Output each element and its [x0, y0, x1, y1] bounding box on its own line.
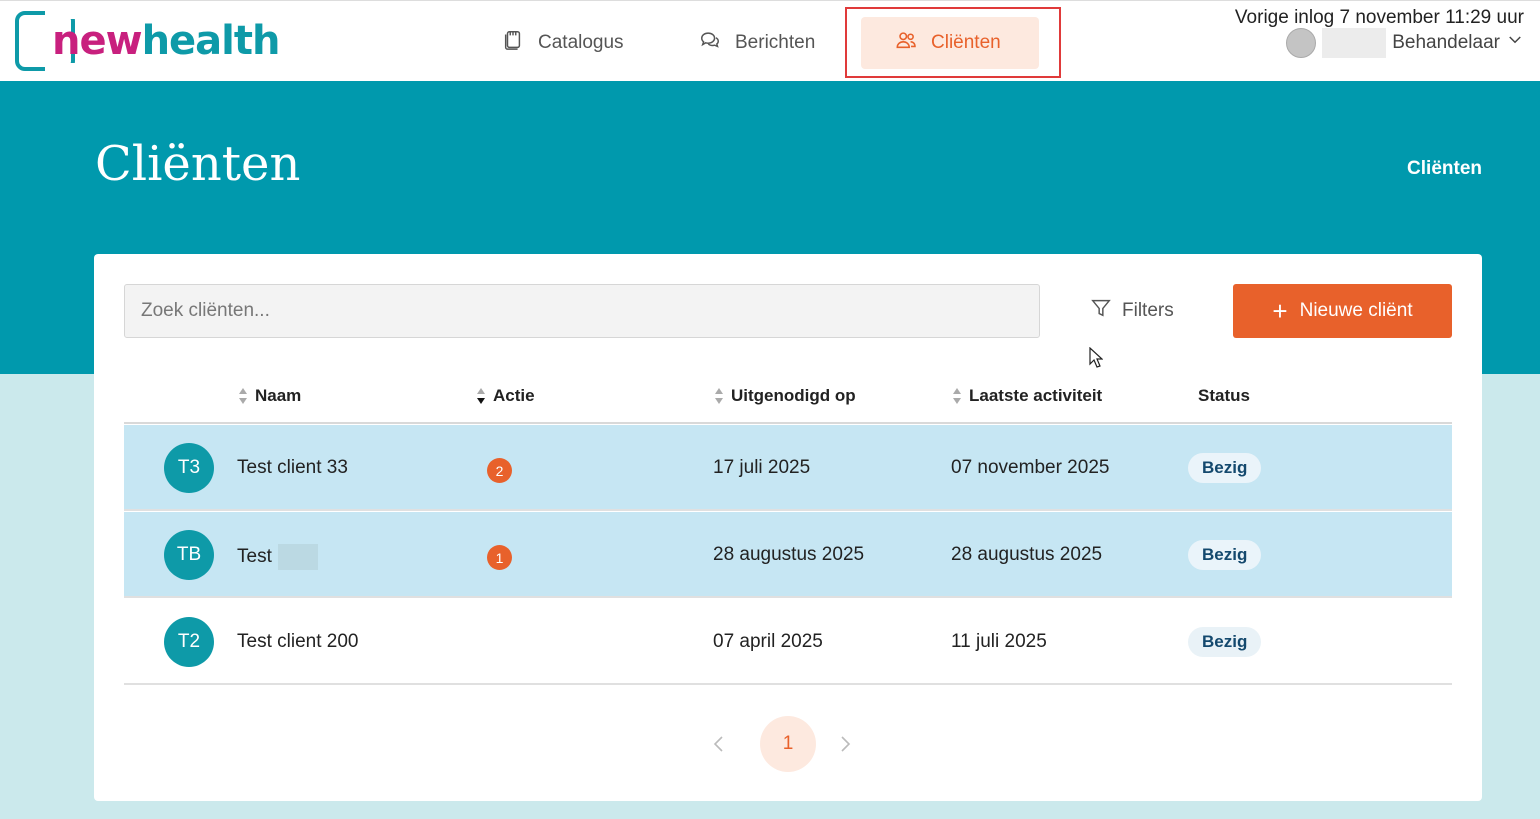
table-row[interactable]: TB Test 1 28 augustus 2025 28 augustus 2…: [124, 512, 1452, 598]
status-badge: Bezig: [1188, 453, 1262, 483]
next-page-button[interactable]: [830, 729, 860, 759]
clients-card: Filters + Nieuwe cliënt Naam Actie Uitge…: [94, 254, 1482, 801]
chevron-down-icon: [1506, 31, 1524, 55]
client-name: Test: [237, 544, 318, 570]
mouse-cursor-icon: [1089, 347, 1103, 368]
last-activity-date: 11 juli 2025: [951, 631, 1047, 652]
invited-date: 17 juli 2025: [713, 457, 811, 478]
client-avatar: TB: [164, 530, 214, 580]
client-name: Test client 200: [237, 631, 359, 652]
client-avatar: T2: [164, 617, 214, 667]
filters-button[interactable]: Filters: [1090, 284, 1174, 338]
new-client-button[interactable]: + Nieuwe cliënt: [1233, 284, 1452, 338]
logo-text: newhealth: [52, 18, 280, 64]
client-avatar: T3: [164, 443, 214, 493]
filters-label: Filters: [1122, 300, 1174, 321]
invited-date: 07 april 2025: [713, 631, 823, 652]
last-activity-date: 07 november 2025: [951, 457, 1110, 478]
newhealth-logo[interactable]: newhealth: [15, 7, 280, 75]
page-number-current[interactable]: 1: [760, 716, 816, 772]
user-menu[interactable]: Behandelaar: [1286, 28, 1524, 58]
sort-icon: [953, 388, 961, 404]
table-header: Naam Actie Uitgenodigd op Laatste activi…: [124, 376, 1452, 424]
invited-date: 28 augustus 2025: [713, 544, 865, 565]
sort-desc-icon: [477, 388, 485, 404]
chevron-left-icon: [713, 736, 723, 752]
nav-item-berichten[interactable]: Berichten: [681, 17, 833, 69]
chat-icon: [699, 29, 721, 57]
page-title: Cliënten: [95, 136, 301, 192]
nav-item-catalogus[interactable]: Catalogus: [484, 17, 642, 69]
chevron-right-icon: [841, 736, 851, 752]
breadcrumb[interactable]: Cliënten: [1407, 158, 1482, 180]
column-header-laatste-activiteit[interactable]: Laatste activiteit: [952, 386, 1102, 406]
filter-icon: [1090, 297, 1112, 325]
column-header-status: Status: [1198, 386, 1250, 405]
action-count-badge: 2: [487, 458, 512, 483]
action-count-badge: 1: [487, 545, 512, 570]
plus-icon: +: [1272, 296, 1288, 326]
table-row[interactable]: T2 Test client 200 07 april 2025 11 juli…: [124, 599, 1452, 685]
last-activity-date: 28 augustus 2025: [951, 544, 1103, 565]
sort-icon: [715, 388, 723, 404]
previous-page-button[interactable]: [704, 729, 734, 759]
table-row[interactable]: T3 Test client 33 2 17 juli 2025 07 nove…: [124, 425, 1452, 511]
status-badge: Bezig: [1188, 627, 1262, 657]
sort-icon: [239, 388, 247, 404]
top-navigation-bar: newhealth Catalogus Berichten Cliënten V…: [0, 0, 1540, 81]
avatar: [1286, 28, 1317, 58]
column-header-naam[interactable]: Naam: [238, 386, 301, 406]
last-login-text: Vorige inlog 7 november 11:29 uur: [1234, 7, 1524, 28]
pagination: 1: [704, 716, 860, 772]
new-client-label: Nieuwe cliënt: [1299, 300, 1413, 321]
user-role: Behandelaar: [1392, 32, 1500, 53]
client-name-redacted: [277, 544, 318, 570]
status-badge: Bezig: [1188, 540, 1262, 570]
nav-label: Catalogus: [538, 32, 624, 53]
user-name-redacted: [1322, 28, 1387, 58]
active-tab-highlight: [845, 7, 1061, 78]
client-name: Test client 33: [237, 457, 348, 478]
catalog-icon: [502, 29, 524, 57]
column-header-actie[interactable]: Actie: [476, 386, 535, 406]
column-header-uitgenodigd[interactable]: Uitgenodigd op: [714, 386, 856, 406]
search-input[interactable]: [124, 284, 1040, 338]
nav-label: Berichten: [735, 32, 816, 53]
